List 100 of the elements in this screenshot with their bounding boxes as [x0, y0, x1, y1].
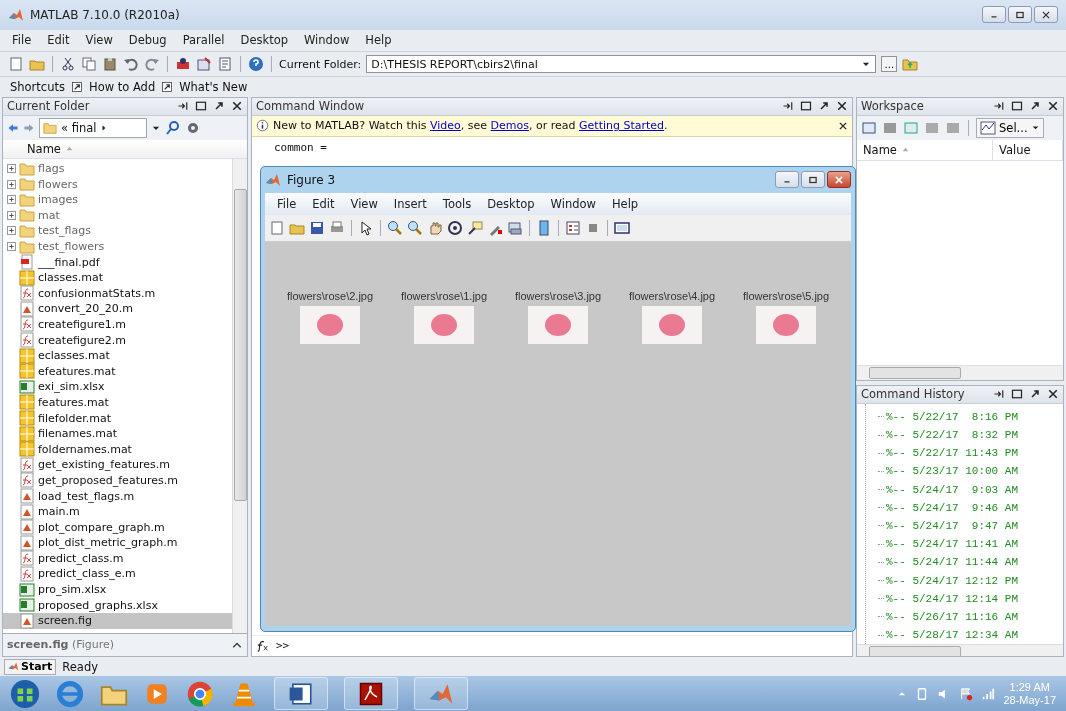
history-entry[interactable]: %-- 5/24/17 9:47 AM [878, 516, 1063, 536]
pointer-icon[interactable] [358, 219, 374, 236]
legend-icon[interactable] [565, 219, 581, 236]
directory-entry[interactable]: features.mat [3, 394, 232, 411]
directory-entry[interactable]: get_existing_features.m [3, 457, 232, 473]
history-entry[interactable]: %-- 5/24/17 11:44 AM [878, 553, 1063, 572]
history-entry[interactable]: %-- 5/26/17 11:16 AM [878, 607, 1063, 626]
directory-entry[interactable]: filefolder.mat [3, 410, 232, 426]
close-icon[interactable] [1047, 388, 1059, 401]
help-icon[interactable] [248, 56, 264, 73]
menu-item[interactable]: View [77, 31, 121, 50]
directory-entry[interactable]: createfigure1.m [3, 316, 232, 333]
menu-item[interactable]: Help [603, 194, 647, 213]
directory-entry[interactable]: load_test_flags.m [3, 488, 232, 504]
history-entry[interactable]: %-- 5/22/17 8:32 PM [878, 425, 1063, 445]
close-button[interactable] [827, 171, 851, 189]
close-icon[interactable] [1041, 9, 1051, 20]
close-icon[interactable] [1047, 100, 1059, 113]
directory-entry[interactable]: get_proposed_features.m [3, 472, 232, 489]
command-prompt[interactable]: >> [276, 639, 290, 653]
history-entry[interactable]: %-- 5/24/17 9:03 AM [878, 480, 1063, 499]
profiler-icon[interactable] [217, 56, 233, 73]
directory-entry[interactable]: createfigure2.m [3, 332, 232, 348]
data-cursor-icon[interactable] [467, 219, 483, 236]
directory-entry[interactable]: test_flowers [3, 238, 232, 255]
current-folder-field[interactable]: D:\THESIS REPORT\cbirs2\final [366, 55, 877, 74]
search-icon[interactable] [165, 119, 181, 136]
menu-item[interactable]: Desktop [232, 31, 296, 50]
menu-item[interactable]: Insert [385, 194, 435, 213]
directory-entry[interactable]: images [3, 191, 232, 208]
shortcut-link[interactable]: What's New [179, 79, 248, 94]
restore-icon[interactable] [808, 174, 818, 185]
menu-item[interactable]: Desktop [479, 194, 543, 213]
dock-icon[interactable] [993, 388, 1005, 401]
directory-entry[interactable]: ___final.pdf [3, 254, 232, 270]
restore-button[interactable] [1008, 6, 1032, 24]
directory-entry[interactable]: mat [3, 207, 232, 224]
dock-icon[interactable] [782, 100, 794, 113]
expand-icon[interactable] [7, 210, 16, 220]
history-entry[interactable]: %-- 5/28/17 12:34 AM [878, 626, 1063, 645]
history-entry[interactable]: %-- 5/24/17 9:46 AM [878, 498, 1063, 517]
folder-breadcrumb[interactable]: « final [39, 117, 147, 138]
directory-entry[interactable]: classes.mat [3, 269, 232, 286]
plot-icon[interactable] [980, 119, 996, 136]
column-header[interactable]: Name [857, 139, 993, 160]
history-entry[interactable]: %-- 5/24/17 11:41 AM [878, 535, 1063, 554]
directory-entry[interactable]: predict_class_e.m [3, 566, 232, 582]
close-button[interactable] [1034, 6, 1058, 24]
menu-item[interactable]: Edit [39, 31, 78, 50]
maximize-icon[interactable] [1011, 388, 1023, 401]
restore-icon[interactable] [1015, 9, 1025, 20]
show-plot-tools-icon[interactable] [614, 219, 630, 236]
history-entry[interactable]: %-- 5/22/17 8:16 PM [878, 407, 1063, 426]
expand-icon[interactable] [7, 195, 16, 205]
horizontal-scrollbar[interactable] [857, 644, 1063, 656]
close-icon[interactable] [231, 100, 243, 113]
directory-entry[interactable]: test_flags [3, 223, 232, 239]
maximize-icon[interactable] [195, 100, 207, 113]
menu-item[interactable]: File [269, 194, 305, 213]
expand-icon[interactable] [7, 226, 16, 236]
start-orb-icon[interactable] [10, 678, 40, 709]
colorbar-icon[interactable] [536, 219, 552, 236]
history-entry[interactable]: %-- 5/22/17 11:43 PM [878, 444, 1063, 463]
menu-item[interactable]: Help [357, 31, 400, 50]
directory-entry[interactable]: efeatures.mat [3, 363, 232, 380]
dock-icon[interactable] [993, 100, 1005, 113]
chrome-icon[interactable] [186, 679, 214, 708]
zoom-out-icon[interactable] [407, 219, 423, 236]
cut-icon[interactable] [60, 56, 76, 73]
menu-item[interactable]: File [4, 31, 40, 50]
browse-button[interactable]: ... [881, 56, 898, 73]
link-plot-icon[interactable] [507, 219, 523, 236]
zoom-in-icon[interactable] [387, 219, 403, 236]
directory-entry[interactable]: proposed_graphs.xlsx [3, 597, 232, 613]
directory-entry[interactable]: plot_dist_metric_graph.m [3, 535, 232, 551]
start-button[interactable]: Start [4, 658, 57, 675]
menu-item[interactable]: Window [296, 31, 358, 50]
restore-button[interactable] [801, 171, 825, 189]
copy-icon[interactable] [81, 56, 97, 73]
directory-entry[interactable]: exi_sim.xlsx [3, 379, 232, 395]
maximize-icon[interactable] [800, 100, 812, 113]
history-entry[interactable]: %-- 5/23/17 10:00 AM [878, 462, 1063, 481]
menu-item[interactable]: Edit [304, 194, 343, 213]
directory-entry[interactable]: pro_sim.xlsx [3, 581, 232, 598]
directory-entry[interactable]: main.m [3, 503, 232, 520]
menu-item[interactable]: Window [542, 194, 604, 213]
shortcut-icon[interactable] [161, 80, 174, 93]
help-link[interactable]: Getting Started [579, 119, 665, 133]
directory-entry[interactable]: flags [3, 160, 232, 177]
directory-entry[interactable]: filenames.mat [3, 425, 232, 442]
vertical-scrollbar[interactable] [232, 158, 247, 633]
history-entry[interactable]: %-- 5/24/17 12:12 PM [878, 571, 1063, 590]
close-icon[interactable] [836, 100, 848, 113]
maximize-icon[interactable] [1011, 100, 1023, 113]
directory-entry[interactable]: confusionmatStats.m [3, 285, 232, 302]
acrobat-taskbar-button[interactable] [344, 677, 398, 711]
paste-icon[interactable] [102, 56, 118, 73]
word-taskbar-button[interactable] [274, 677, 328, 711]
menu-item[interactable]: Debug [120, 31, 175, 50]
function-browser-icon[interactable] [256, 638, 270, 653]
